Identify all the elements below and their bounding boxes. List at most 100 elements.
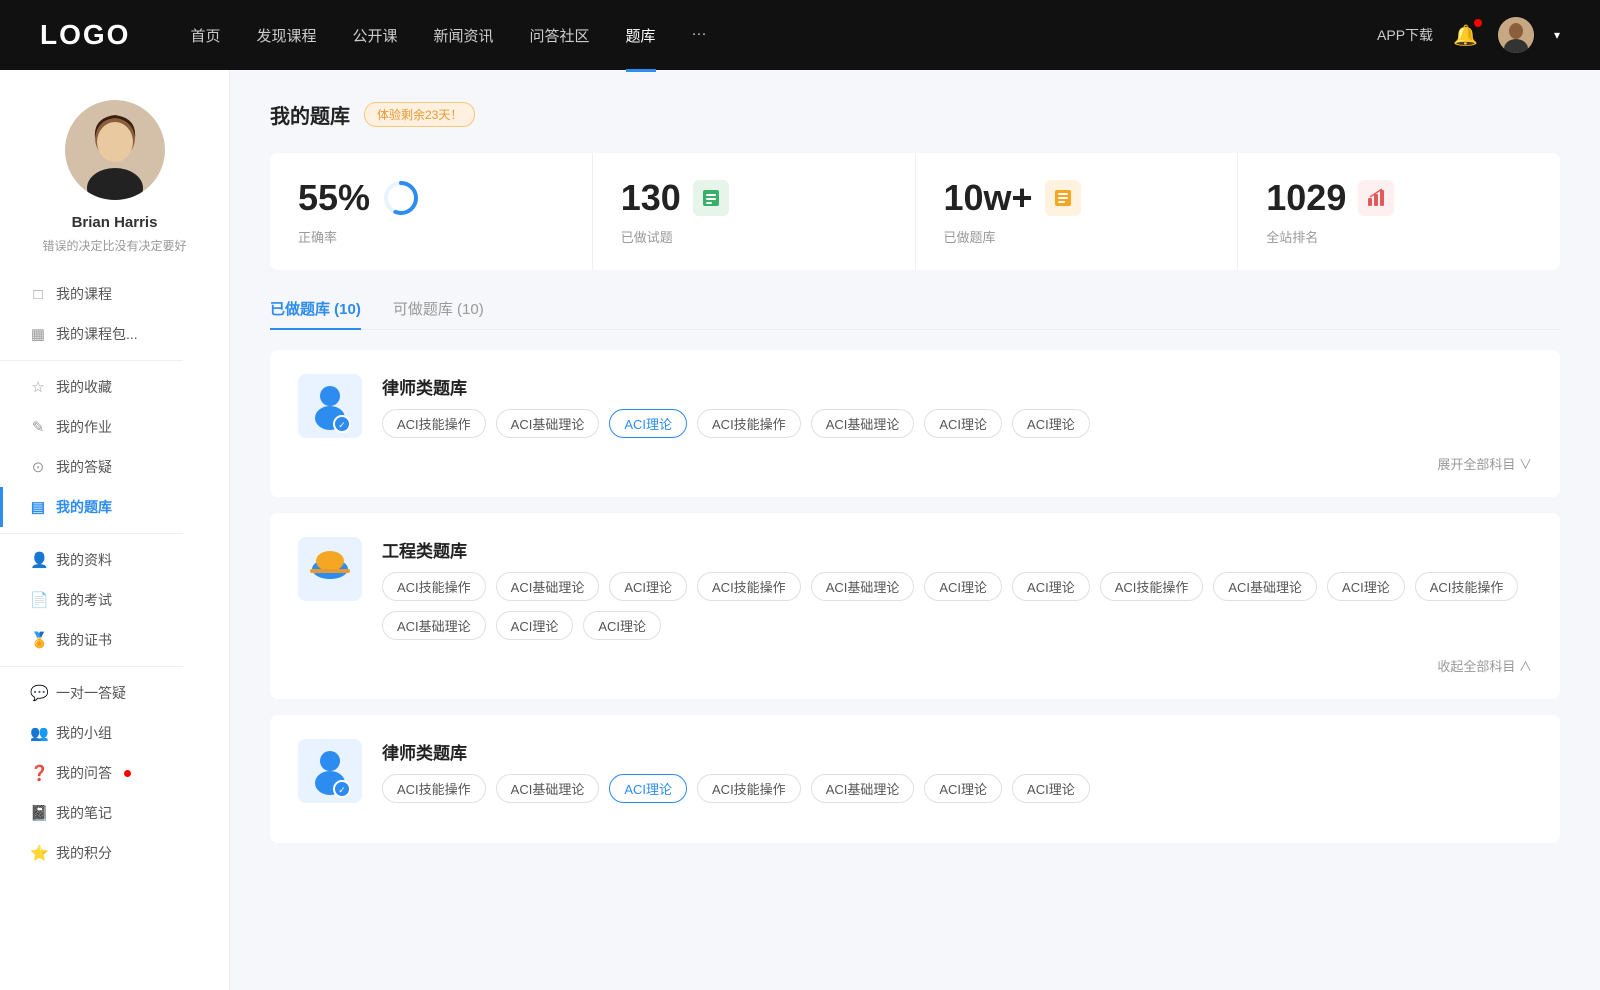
tag-1-5[interactable]: ACI理论: [924, 409, 1002, 438]
sidebar-item-my-cert[interactable]: 🏅 我的证书: [0, 620, 229, 660]
page-header: 我的题库 体验剩余23天！: [270, 100, 1560, 129]
sidebar-item-one-to-one[interactable]: 💬 一对一答疑: [0, 673, 229, 713]
done-questions-number: 130: [621, 177, 681, 219]
page-title: 我的题库: [270, 100, 350, 129]
expand-btn-1[interactable]: 展开全部科目 ∨: [298, 454, 1532, 473]
edit-icon: ✎: [30, 418, 46, 436]
sidebar-item-my-profile[interactable]: 👤 我的资料: [0, 540, 229, 580]
tag-3-3[interactable]: ACI技能操作: [697, 774, 801, 803]
chat-icon: 💬: [30, 684, 46, 702]
sidebar-item-my-questions[interactable]: ❓ 我的问答: [0, 753, 229, 793]
qbank-card-lawyer-1: ✓ 律师类题库 ACI技能操作 ACI基础理论 ACI理论 ACI技能操作 AC…: [270, 350, 1560, 497]
tag-2-11[interactable]: ACI基础理论: [382, 611, 486, 640]
nav-item-more[interactable]: ···: [692, 25, 707, 46]
qbank-tags-1: ACI技能操作 ACI基础理论 ACI理论 ACI技能操作 ACI基础理论 AC…: [382, 409, 1090, 438]
tag-2-0[interactable]: ACI技能操作: [382, 572, 486, 601]
notes-icon: 📓: [30, 804, 46, 822]
tag-1-1[interactable]: ACI基础理论: [496, 409, 600, 438]
sidebar-item-my-qa[interactable]: ⊙ 我的答疑: [0, 447, 229, 487]
sidebar: Brian Harris 错误的决定比没有决定要好 □ 我的课程 ▦ 我的课程包…: [0, 70, 230, 990]
tag-3-2[interactable]: ACI理论: [609, 774, 687, 803]
nav-item-news[interactable]: 新闻资讯: [434, 25, 494, 46]
lawyer-bank-icon-1: ✓: [298, 374, 362, 438]
divider-1: [0, 360, 183, 361]
sidebar-item-my-courses[interactable]: □ 我的课程: [0, 274, 229, 314]
tag-2-7[interactable]: ACI技能操作: [1100, 572, 1204, 601]
bell-badge: [1474, 19, 1482, 27]
sidebar-item-my-homework[interactable]: ✎ 我的作业: [0, 407, 229, 447]
tag-1-0[interactable]: ACI技能操作: [382, 409, 486, 438]
nav-item-qa[interactable]: 问答社区: [530, 25, 590, 46]
tag-2-9[interactable]: ACI理论: [1327, 572, 1405, 601]
stat-top-4: 1029: [1266, 177, 1532, 219]
tab-available-banks[interactable]: 可做题库 (10): [393, 298, 484, 329]
stat-top-1: 55%: [298, 177, 564, 219]
qbank-info-2: 工程类题库 ACI技能操作 ACI基础理论 ACI理论 ACI技能操作 ACI基…: [382, 537, 1532, 640]
tag-3-4[interactable]: ACI基础理论: [811, 774, 915, 803]
sidebar-item-my-exam[interactable]: 📄 我的考试: [0, 580, 229, 620]
tag-2-3[interactable]: ACI技能操作: [697, 572, 801, 601]
tab-done-banks[interactable]: 已做题库 (10): [270, 298, 361, 329]
stats-row: 55% 正确率 130: [270, 153, 1560, 270]
tag-3-0[interactable]: ACI技能操作: [382, 774, 486, 803]
notification-dot: [124, 770, 131, 777]
tag-3-5[interactable]: ACI理论: [924, 774, 1002, 803]
tag-2-4[interactable]: ACI基础理论: [811, 572, 915, 601]
tag-3-1[interactable]: ACI基础理论: [496, 774, 600, 803]
nav-item-discover[interactable]: 发现课程: [256, 25, 316, 46]
tag-2-12[interactable]: ACI理论: [496, 611, 574, 640]
progress-ring-icon: [382, 179, 420, 217]
points-icon: ⭐: [30, 844, 46, 862]
tag-2-8[interactable]: ACI基础理论: [1213, 572, 1317, 601]
qbank-tags-2: ACI技能操作 ACI基础理论 ACI理论 ACI技能操作 ACI基础理论 AC…: [382, 572, 1532, 640]
done-banks-label: 已做题库: [944, 227, 1210, 246]
qbank-header-2: 工程类题库 ACI技能操作 ACI基础理论 ACI理论 ACI技能操作 ACI基…: [298, 537, 1532, 640]
logo[interactable]: LOGO: [40, 19, 130, 51]
avatar[interactable]: [1498, 17, 1534, 53]
sidebar-item-my-notes[interactable]: 📓 我的笔记: [0, 793, 229, 833]
red-chart-icon: [1358, 180, 1394, 216]
tag-1-6[interactable]: ACI理论: [1012, 409, 1090, 438]
sidebar-item-my-favorites[interactable]: ☆ 我的收藏: [0, 367, 229, 407]
tag-2-10[interactable]: ACI技能操作: [1415, 572, 1519, 601]
app-download-link[interactable]: APP下载: [1377, 25, 1433, 45]
sidebar-item-my-packages[interactable]: ▦ 我的课程包...: [0, 314, 229, 354]
tag-3-6[interactable]: ACI理论: [1012, 774, 1090, 803]
qbank-title-2: 工程类题库: [382, 537, 1532, 562]
nav-item-home[interactable]: 首页: [190, 25, 220, 46]
tag-2-2[interactable]: ACI理论: [609, 572, 687, 601]
star-icon: ☆: [30, 378, 46, 396]
divider-3: [0, 666, 183, 667]
nav-item-qbank[interactable]: 题库: [626, 25, 656, 46]
stat-rank: 1029 全站排名: [1238, 153, 1560, 270]
exam-icon: 📄: [30, 591, 46, 609]
sidebar-item-my-group[interactable]: 👥 我的小组: [0, 713, 229, 753]
nav-item-opencourse[interactable]: 公开课: [352, 25, 397, 46]
sidebar-item-my-points[interactable]: ⭐ 我的积分: [0, 833, 229, 873]
tag-1-2[interactable]: ACI理论: [609, 409, 687, 438]
svg-text:✓: ✓: [338, 420, 346, 430]
qbank-card-lawyer-2: ✓ 律师类题库 ACI技能操作 ACI基础理论 ACI理论 ACI技能操作 AC…: [270, 715, 1560, 843]
user-motto: 错误的决定比没有决定要好: [22, 237, 206, 254]
tag-2-13[interactable]: ACI理论: [583, 611, 661, 640]
question-icon: ⊙: [30, 458, 46, 476]
tag-1-3[interactable]: ACI技能操作: [697, 409, 801, 438]
qbank-title-3: 律师类题库: [382, 739, 1090, 764]
sidebar-item-my-qbank[interactable]: ▤ 我的题库: [0, 487, 229, 527]
tag-1-4[interactable]: ACI基础理论: [811, 409, 915, 438]
nav-links: 首页 发现课程 公开课 新闻资讯 问答社区 题库 ···: [190, 25, 1377, 46]
qbank-header-3: ✓ 律师类题库 ACI技能操作 ACI基础理论 ACI理论 ACI技能操作 AC…: [298, 739, 1532, 803]
main-content: 我的题库 体验剩余23天！ 55% 正确率 130: [230, 70, 1600, 990]
tag-2-1[interactable]: ACI基础理论: [496, 572, 600, 601]
page-body: Brian Harris 错误的决定比没有决定要好 □ 我的课程 ▦ 我的课程包…: [0, 70, 1600, 990]
tag-2-5[interactable]: ACI理论: [924, 572, 1002, 601]
stat-top-2: 130: [621, 177, 887, 219]
orange-list-icon: [1045, 180, 1081, 216]
rank-number: 1029: [1266, 177, 1346, 219]
tag-2-6[interactable]: ACI理论: [1012, 572, 1090, 601]
expand-btn-2[interactable]: 收起全部科目 ∧: [298, 656, 1532, 675]
tabs-row: 已做题库 (10) 可做题库 (10): [270, 298, 1560, 330]
chevron-down-icon[interactable]: ▾: [1554, 28, 1560, 42]
bell-icon[interactable]: 🔔: [1453, 23, 1478, 48]
user-name: Brian Harris: [72, 214, 158, 231]
